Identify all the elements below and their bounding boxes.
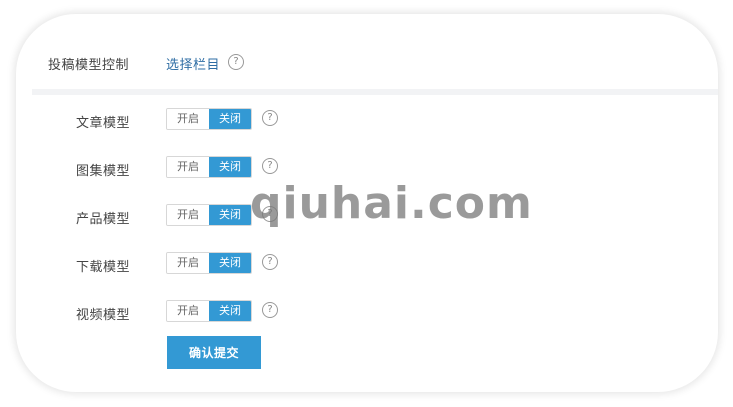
toggle-off-option[interactable]: 关闭 [209, 157, 251, 177]
question-circle-icon[interactable]: ? [262, 110, 278, 126]
model-label: 视频模型 [76, 308, 131, 323]
settings-panel: 投稿模型控制 选择栏目 ? 文章模型 开启 关闭 ? 图集模型 开启 关闭 ? … [16, 14, 718, 392]
divider [32, 89, 718, 95]
select-column-link[interactable]: 选择栏目 [166, 54, 220, 73]
model-label: 下载模型 [76, 260, 131, 275]
article-toggle[interactable]: 开启 关闭 [166, 108, 252, 130]
toggle-on-option[interactable]: 开启 [167, 109, 209, 129]
toggle-off-option[interactable]: 关闭 [209, 109, 251, 129]
gallery-toggle[interactable]: 开启 关闭 [166, 156, 252, 178]
panel-header: 投稿模型控制 选择栏目 ? [16, 14, 718, 89]
question-circle-icon[interactable]: ? [262, 158, 278, 174]
toggle-on-option[interactable]: 开启 [167, 157, 209, 177]
model-row-product: 产品模型 开启 关闭 ? [16, 204, 718, 228]
submit-button[interactable]: 确认提交 [167, 336, 261, 369]
product-toggle[interactable]: 开启 关闭 [166, 204, 252, 226]
video-toggle[interactable]: 开启 关闭 [166, 300, 252, 322]
toggle-on-option[interactable]: 开启 [167, 253, 209, 273]
model-label: 产品模型 [76, 212, 131, 227]
toggle-off-option[interactable]: 关闭 [209, 301, 251, 321]
question-circle-icon[interactable]: ? [228, 54, 244, 70]
toggle-off-option[interactable]: 关闭 [209, 205, 251, 225]
model-row-gallery: 图集模型 开启 关闭 ? [16, 156, 718, 180]
model-row-download: 下载模型 开启 关闭 ? [16, 252, 718, 276]
model-label: 文章模型 [76, 116, 131, 131]
download-toggle[interactable]: 开启 关闭 [166, 252, 252, 274]
model-row-article: 文章模型 开启 关闭 ? [16, 108, 718, 132]
question-circle-icon[interactable]: ? [262, 254, 278, 270]
toggle-on-option[interactable]: 开启 [167, 205, 209, 225]
model-label: 图集模型 [76, 164, 131, 179]
question-circle-icon[interactable]: ? [262, 206, 278, 222]
toggle-on-option[interactable]: 开启 [167, 301, 209, 321]
toggle-off-option[interactable]: 关闭 [209, 253, 251, 273]
model-row-video: 视频模型 开启 关闭 ? [16, 300, 718, 324]
question-circle-icon[interactable]: ? [262, 302, 278, 318]
panel-title: 投稿模型控制 [48, 58, 130, 73]
